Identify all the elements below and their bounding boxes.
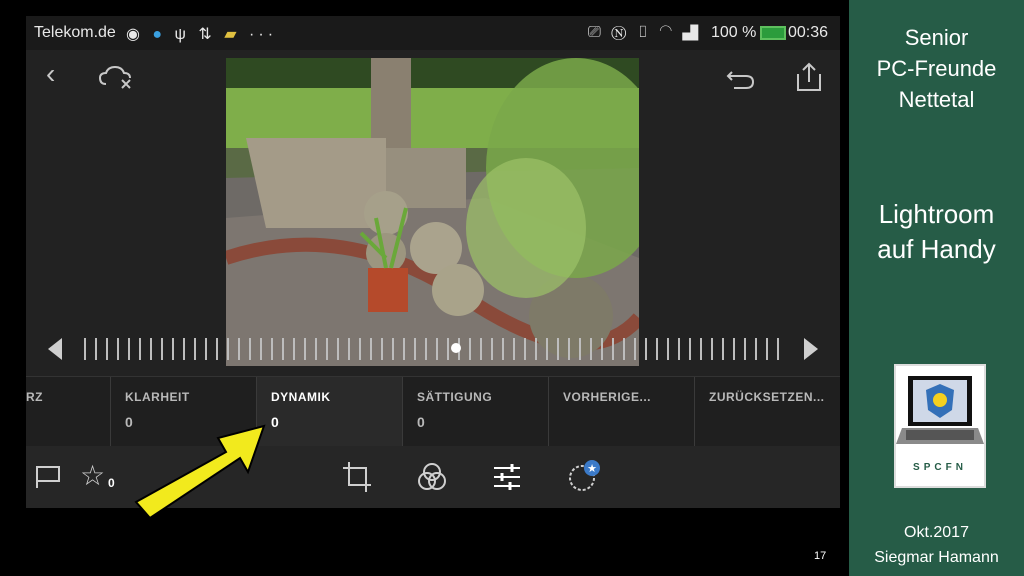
slide-number: 17 [814, 550, 827, 562]
photo-canvas[interactable]: ‹ [26, 50, 840, 376]
battery-icon [760, 25, 787, 40]
cloud-off-icon[interactable] [98, 64, 134, 90]
adjustment-slider[interactable] [48, 336, 818, 360]
battery-text: 100 % [711, 24, 757, 41]
presentation-sidebar: Senior PC-Freunde Nettetal Lightroom auf… [849, 0, 1024, 576]
share-icon[interactable] [794, 62, 824, 92]
param-tab-saettigung[interactable]: SÄTTIGUNG 0 [403, 377, 549, 447]
date-label: Okt.2017 [904, 524, 969, 541]
garden-photo [226, 58, 639, 366]
param-label: SÄTTIGUNG [417, 390, 493, 404]
clock: 00:36 [788, 24, 829, 41]
signal-icon: ▟ [682, 24, 702, 41]
author-label: Siegmar Hamann [874, 549, 999, 566]
selective-edit-icon[interactable]: ★ [566, 458, 602, 494]
param-label: VORHERIGE... [563, 390, 652, 404]
slide-content: Telekom.de ◉ ● ψ ⇅ ▰ ··· ⎚ Ⓝ ▯ ◠ ▟ 100 %… [0, 0, 849, 576]
system-icons: ⎚ Ⓝ ▯ ◠ ▟ [588, 24, 701, 42]
globe-icon: ● [152, 26, 167, 43]
club-name-line3: Nettetal [898, 87, 975, 112]
topic-line1: Lightroom [878, 199, 995, 229]
logo-text: SPCFN [913, 462, 967, 473]
slider-increase-icon[interactable] [804, 338, 818, 360]
folder-icon: ▰ [224, 26, 241, 43]
adjust-sliders-icon[interactable] [492, 462, 522, 492]
param-tab-dynamik[interactable]: DYNAMIK 0 [257, 377, 403, 447]
battery-level: 100 % [711, 24, 790, 42]
usb-icon: ψ [174, 26, 190, 43]
carrier-label: Telekom.de [34, 24, 116, 41]
yellow-pointer-arrow [134, 424, 266, 520]
club-name-line1: Senior [904, 25, 969, 50]
wifi-icon: ◠ [659, 24, 675, 41]
nfc-icon: Ⓝ [611, 24, 630, 41]
presentation-footer: Okt.2017 Siegmar Hamann [849, 520, 1024, 570]
param-value: 0 [417, 414, 425, 430]
rating-count: 0 [108, 476, 115, 490]
param-label: DYNAMIK [271, 390, 331, 404]
whatsapp-icon: ◉ [126, 26, 144, 43]
notification-icons: ◉ ● ψ ⇅ ▰ ··· [126, 24, 277, 44]
cast-icon: ⎚ [588, 24, 604, 41]
crop-icon[interactable] [342, 461, 372, 493]
arrows-icon: ⇅ [198, 26, 216, 43]
presentation-topic: Lightroom auf Handy [849, 197, 1024, 267]
param-tab-vorherige[interactable]: VORHERIGE... [549, 377, 695, 447]
club-logo: SPCFN [894, 364, 986, 488]
svg-text:★: ★ [587, 462, 597, 475]
slider-ticks[interactable] [84, 338, 784, 360]
star-rating-icon[interactable]: ☆ [80, 459, 105, 492]
flag-icon[interactable] [34, 464, 62, 490]
club-name: Senior PC-Freunde Nettetal [849, 22, 1024, 115]
undo-icon[interactable] [726, 66, 756, 90]
back-icon[interactable]: ‹ [46, 58, 55, 90]
slider-decrease-icon[interactable] [48, 338, 62, 360]
presets-icon[interactable] [416, 461, 448, 493]
param-label: RZ [26, 390, 43, 404]
club-name-line2: PC-Freunde [876, 56, 997, 81]
status-bar: Telekom.de ◉ ● ψ ⇅ ▰ ··· ⎚ Ⓝ ▯ ◠ ▟ 100 %… [26, 16, 840, 50]
param-label: ZURÜCKSETZEN... [709, 390, 825, 404]
topic-line2: auf Handy [877, 234, 996, 264]
slider-handle[interactable] [451, 343, 461, 353]
param-label: KLARHEIT [125, 390, 190, 404]
param-tab-rz[interactable]: RZ [26, 377, 111, 447]
param-tab-zuruecksetzen[interactable]: ZURÜCKSETZEN... [695, 377, 840, 447]
vibrate-icon: ▯ [636, 24, 652, 41]
more-notifications: ··· [249, 26, 278, 43]
